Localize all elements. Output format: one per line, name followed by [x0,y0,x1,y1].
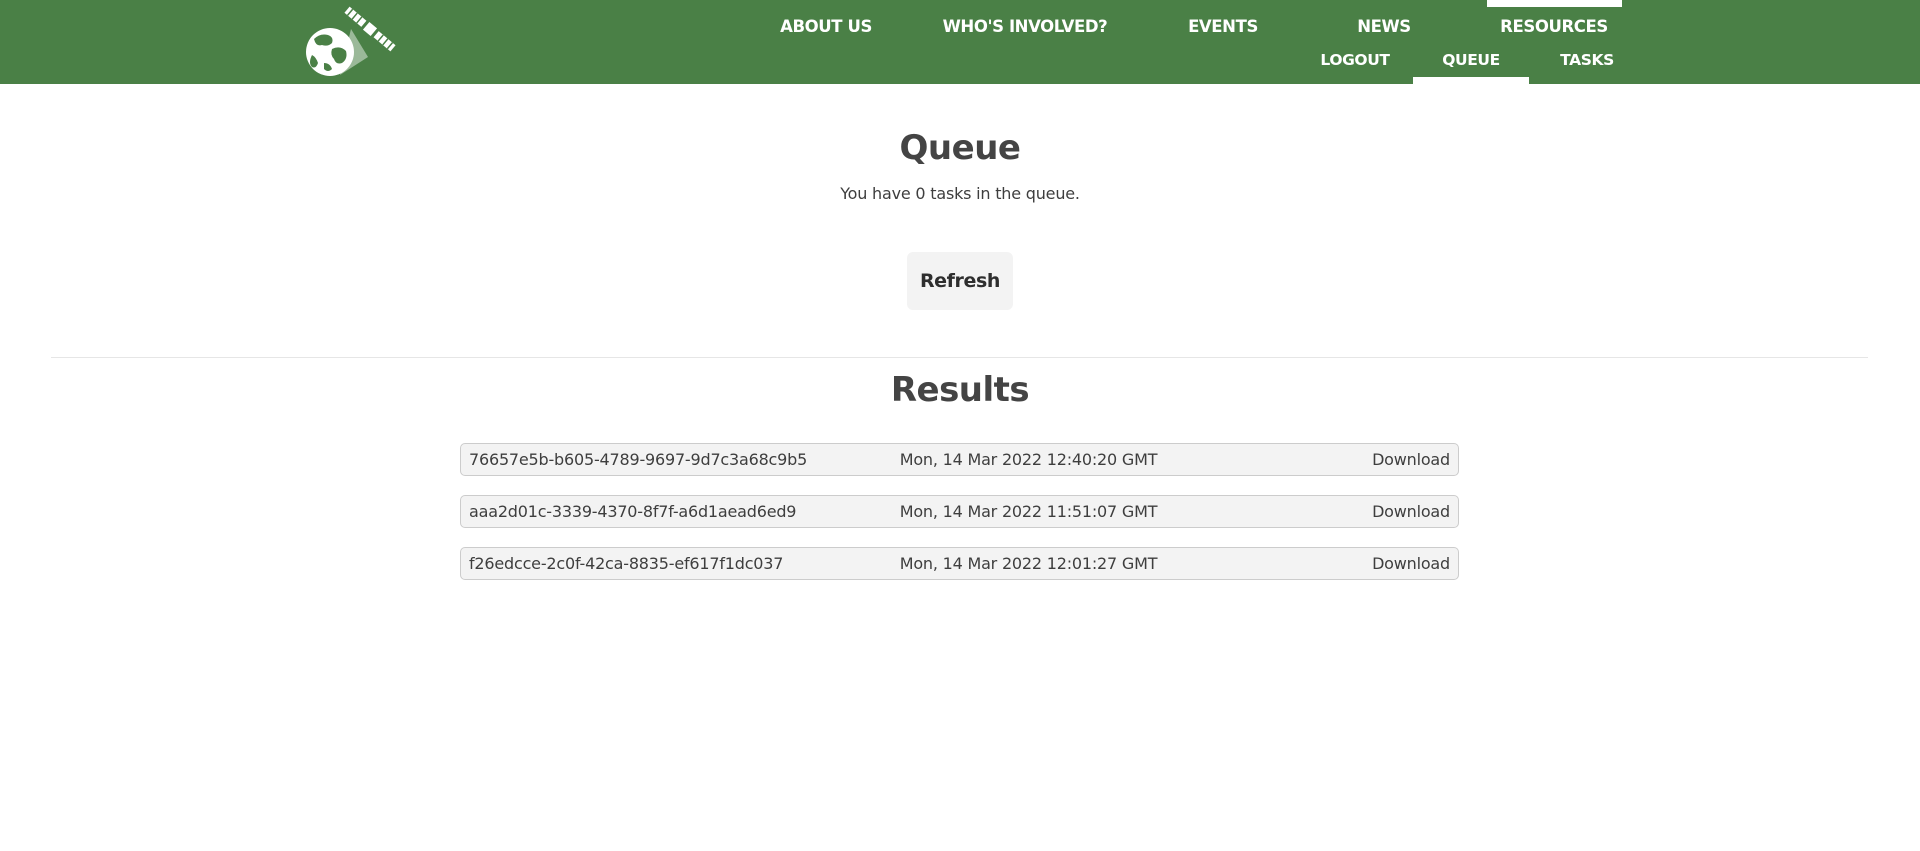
refresh-button[interactable]: Refresh [907,252,1013,310]
download-link[interactable]: Download [1372,496,1450,527]
nav-tasks[interactable]: TASKS [1560,51,1614,69]
globe-satellite-logo-icon[interactable] [296,3,402,77]
section-divider [51,357,1868,358]
result-id: f26edcce-2c0f-42ca-8835-ef617f1dc037 [469,554,784,573]
nav-resources[interactable]: RESOURCES [1500,17,1608,36]
nav-news[interactable]: NEWS [1357,17,1411,36]
page-title: Queue [899,128,1021,168]
download-link[interactable]: Download [1372,444,1450,475]
nav-events[interactable]: EVENTS [1188,17,1258,36]
nav-whos-involved[interactable]: WHO'S INVOLVED? [943,17,1108,36]
nav-active-indicator-top [1487,0,1622,7]
site-header: ABOUT US WHO'S INVOLVED? EVENTS NEWS RES… [0,0,1920,84]
result-id: aaa2d01c-3339-4370-8f7f-a6d1aead6ed9 [469,502,797,521]
result-row: Mon, 14 Mar 2022 11:51:07 GMT aaa2d01c-3… [460,495,1459,528]
nav-active-indicator-queue [1413,77,1529,84]
result-row: Mon, 14 Mar 2022 12:01:27 GMT f26edcce-2… [460,547,1459,580]
results-title: Results [890,370,1030,410]
result-row: Mon, 14 Mar 2022 12:40:20 GMT 76657e5b-b… [460,443,1459,476]
nav-queue[interactable]: QUEUE [1442,51,1500,69]
result-id: 76657e5b-b605-4789-9697-9d7c3a68c9b5 [469,450,808,469]
download-link[interactable]: Download [1372,548,1450,579]
nav-logout[interactable]: LOGOUT [1320,51,1390,69]
queue-status-text: You have 0 tasks in the queue. [840,184,1080,203]
nav-about-us[interactable]: ABOUT US [780,17,872,36]
